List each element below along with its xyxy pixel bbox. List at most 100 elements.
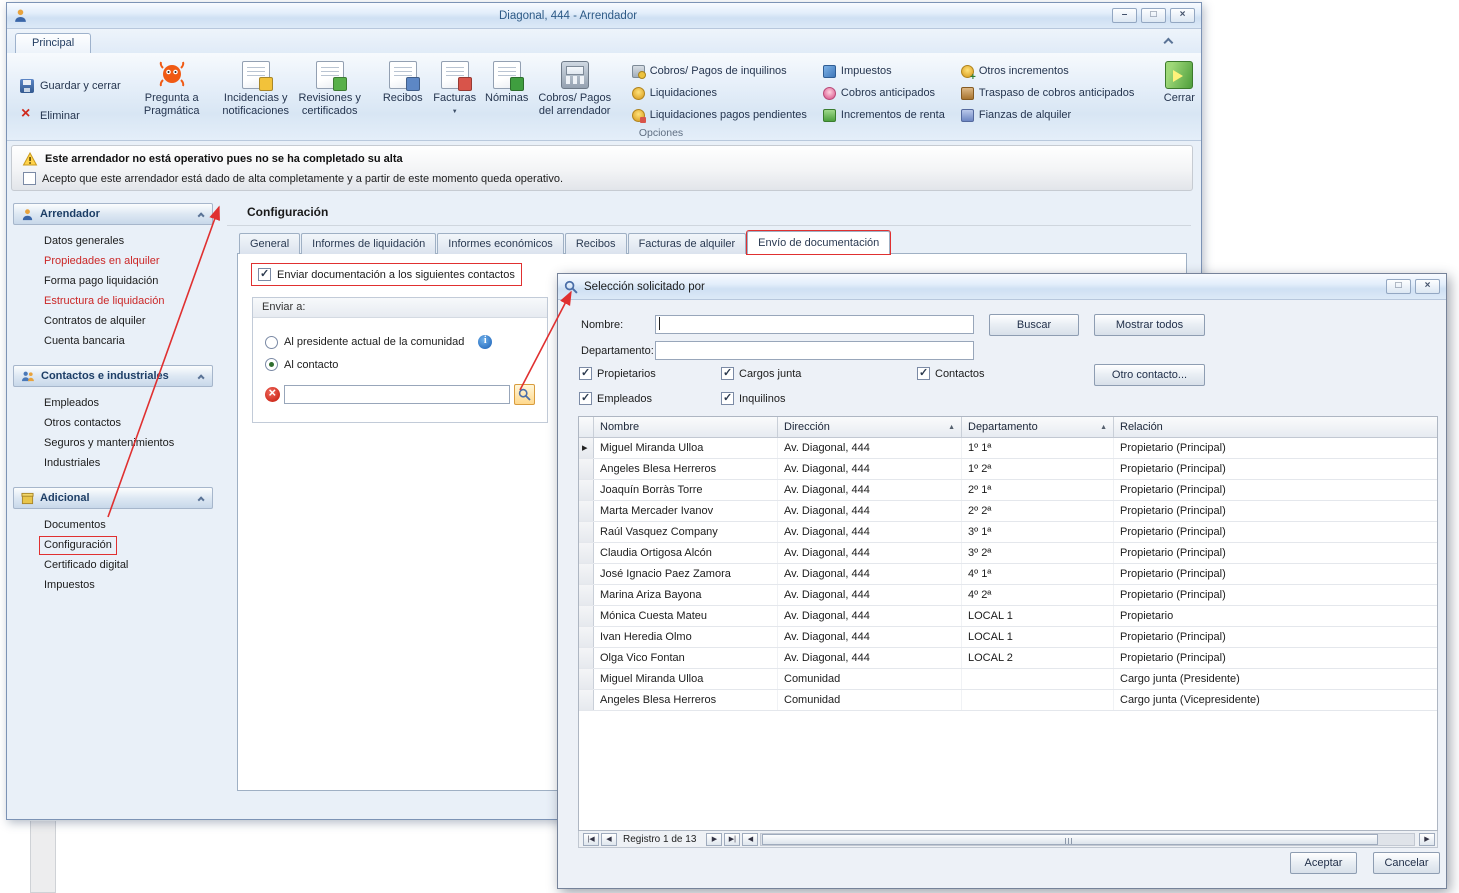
previous-record-button[interactable] bbox=[601, 833, 617, 846]
config-tab[interactable]: Informes de liquidación bbox=[301, 233, 436, 254]
cerrar-button[interactable]: Cerrar bbox=[1153, 57, 1205, 105]
column-header-direccion[interactable]: Dirección bbox=[778, 417, 962, 437]
aceptar-button[interactable]: Aceptar bbox=[1290, 852, 1357, 874]
recibos-button[interactable]: Recibos bbox=[377, 57, 429, 105]
config-tab[interactable]: Facturas de alquiler bbox=[628, 233, 747, 254]
sidebar-group-adicional[interactable]: Adicional bbox=[13, 487, 213, 509]
sidebar-item[interactable]: Datos generales bbox=[41, 234, 127, 249]
info-icon[interactable] bbox=[478, 335, 492, 349]
clear-error-icon[interactable] bbox=[265, 387, 280, 402]
minimize-button[interactable] bbox=[1112, 8, 1137, 23]
cargos-junta-checkbox[interactable] bbox=[721, 367, 734, 380]
ribbon-small-button[interactable]: Incrementos de renta bbox=[818, 105, 950, 125]
delete-button[interactable]: Eliminar bbox=[16, 107, 84, 125]
cancelar-button[interactable]: Cancelar bbox=[1373, 852, 1440, 874]
inquilinos-checkbox[interactable] bbox=[721, 392, 734, 405]
sidebar-item[interactable]: Documentos bbox=[41, 518, 109, 533]
ribbon-small-button[interactable]: Traspaso de cobros anticipados bbox=[956, 83, 1140, 103]
scroll-right-button[interactable] bbox=[1419, 833, 1435, 846]
tab-principal[interactable]: Principal bbox=[15, 33, 91, 53]
close-button[interactable] bbox=[1170, 8, 1195, 23]
scroll-left-button[interactable] bbox=[742, 833, 758, 846]
sidebar-item[interactable]: Seguros y mantenimientos bbox=[41, 436, 177, 451]
facturas-button[interactable]: Facturas bbox=[429, 57, 481, 116]
send-docs-checkbox[interactable] bbox=[258, 268, 271, 281]
ribbon-small-button[interactable]: Otros incrementos bbox=[956, 61, 1140, 81]
table-row[interactable]: Ivan Heredia Olmo Av. Diagonal, 444 LOCA… bbox=[579, 627, 1437, 648]
sidebar-item[interactable]: Empleados bbox=[41, 396, 102, 411]
dialog-close-button[interactable] bbox=[1415, 279, 1440, 294]
next-record-button[interactable] bbox=[706, 833, 722, 846]
restore-button[interactable] bbox=[1141, 8, 1166, 23]
contact-search-button[interactable] bbox=[514, 384, 535, 405]
scrollbar-thumb[interactable] bbox=[762, 834, 1378, 845]
save-close-button[interactable]: Guardar y cerrar bbox=[16, 77, 125, 95]
collapse-ribbon-button[interactable] bbox=[1167, 35, 1181, 47]
contact-radio[interactable] bbox=[265, 358, 278, 371]
table-row[interactable]: Joaquín Borràs Torre Av. Diagonal, 444 2… bbox=[579, 480, 1437, 501]
contactos-checkbox[interactable] bbox=[917, 367, 930, 380]
sidebar-item[interactable]: Certificado digital bbox=[41, 558, 131, 573]
sidebar-item[interactable]: Cuenta bancaria bbox=[41, 334, 128, 349]
ribbon-small-button[interactable]: Cobros/ Pagos de inquilinos bbox=[627, 61, 812, 81]
first-record-button[interactable] bbox=[583, 833, 599, 846]
nominas-button[interactable]: Nóminas bbox=[481, 57, 533, 105]
ribbon-small-button[interactable]: Liquidaciones pagos pendientes bbox=[627, 105, 812, 125]
config-tab[interactable]: Informes económicos bbox=[437, 233, 564, 254]
filter-cargos-junta[interactable]: Cargos junta bbox=[721, 367, 801, 380]
column-header-departamento[interactable]: Departamento bbox=[962, 417, 1114, 437]
table-row[interactable]: Olga Vico Fontan Av. Diagonal, 444 LOCAL… bbox=[579, 648, 1437, 669]
sidebar-item[interactable]: Otros contactos bbox=[41, 416, 124, 431]
table-row[interactable]: Raúl Vasquez Company Av. Diagonal, 444 3… bbox=[579, 522, 1437, 543]
filter-contactos[interactable]: Contactos bbox=[917, 367, 985, 380]
table-row[interactable]: Angeles Blesa Herreros Av. Diagonal, 444… bbox=[579, 459, 1437, 480]
sidebar-group-arrendador[interactable]: Arrendador bbox=[13, 203, 213, 225]
sidebar-item[interactable]: Estructura de liquidación bbox=[41, 294, 167, 309]
table-row[interactable]: Angeles Blesa Herreros Comunidad Cargo j… bbox=[579, 690, 1437, 711]
table-row[interactable]: Miguel Miranda Ulloa Av. Diagonal, 444 1… bbox=[579, 438, 1437, 459]
table-row[interactable]: Marta Mercader Ivanov Av. Diagonal, 444 … bbox=[579, 501, 1437, 522]
sidebar-group-contactos[interactable]: Contactos e industriales bbox=[13, 365, 213, 387]
sidebar-item[interactable]: Propiedades en alquiler bbox=[41, 254, 163, 269]
propietarios-checkbox[interactable] bbox=[579, 367, 592, 380]
revisiones-button[interactable]: Revisiones y certificados bbox=[293, 57, 367, 118]
ribbon-small-button[interactable]: Fianzas de alquiler bbox=[956, 105, 1140, 125]
ribbon-small-button[interactable]: Liquidaciones bbox=[627, 83, 812, 103]
sidebar-item[interactable]: Configuración bbox=[41, 538, 115, 553]
filter-propietarios[interactable]: Propietarios bbox=[579, 367, 656, 380]
sidebar-item[interactable]: Industriales bbox=[41, 456, 103, 471]
nombre-input[interactable] bbox=[655, 315, 974, 334]
filter-empleados[interactable]: Empleados bbox=[579, 392, 652, 405]
last-record-button[interactable] bbox=[724, 833, 740, 846]
config-tab[interactable]: General bbox=[239, 233, 300, 254]
accept-alta-checkbox[interactable] bbox=[23, 172, 36, 185]
buscar-button[interactable]: Buscar bbox=[989, 314, 1079, 336]
ribbon-small-button[interactable]: Cobros anticipados bbox=[818, 83, 950, 103]
table-row[interactable]: Mónica Cuesta Mateu Av. Diagonal, 444 LO… bbox=[579, 606, 1437, 627]
save-close-label: Guardar y cerrar bbox=[40, 80, 121, 92]
sidebar-item[interactable]: Forma pago liquidación bbox=[41, 274, 161, 289]
otro-contacto-button[interactable]: Otro contacto... bbox=[1094, 364, 1205, 386]
ribbon-small-button[interactable]: Impuestos bbox=[818, 61, 950, 81]
dialog-restore-button[interactable] bbox=[1386, 279, 1411, 294]
pregunta-pragmatica-button[interactable]: Pregunta a Pragmática bbox=[135, 57, 209, 118]
horizontal-scrollbar[interactable] bbox=[760, 833, 1415, 846]
mostrar-todos-button[interactable]: Mostrar todos bbox=[1094, 314, 1205, 336]
empleados-checkbox[interactable] bbox=[579, 392, 592, 405]
sidebar-item[interactable]: Contratos de alquiler bbox=[41, 314, 149, 329]
config-tab[interactable]: Envío de documentación bbox=[747, 231, 890, 254]
contact-input[interactable] bbox=[284, 385, 510, 404]
president-radio[interactable] bbox=[265, 336, 278, 349]
column-header-relacion[interactable]: Relación bbox=[1114, 417, 1437, 437]
table-row[interactable]: Marina Ariza Bayona Av. Diagonal, 444 4º… bbox=[579, 585, 1437, 606]
cobros-pagos-arrendador-button[interactable]: Cobros/ Pagos del arrendador bbox=[533, 57, 617, 118]
table-row[interactable]: Miguel Miranda Ulloa Comunidad Cargo jun… bbox=[579, 669, 1437, 690]
sidebar-item[interactable]: Impuestos bbox=[41, 578, 98, 593]
config-tab[interactable]: Recibos bbox=[565, 233, 627, 254]
table-row[interactable]: Claudia Ortigosa Alcón Av. Diagonal, 444… bbox=[579, 543, 1437, 564]
table-row[interactable]: José Ignacio Paez Zamora Av. Diagonal, 4… bbox=[579, 564, 1437, 585]
column-header-nombre[interactable]: Nombre bbox=[594, 417, 778, 437]
incidencias-button[interactable]: Incidencias y notificaciones bbox=[219, 57, 293, 118]
filter-inquilinos[interactable]: Inquilinos bbox=[721, 392, 785, 405]
departamento-input[interactable] bbox=[655, 341, 974, 360]
